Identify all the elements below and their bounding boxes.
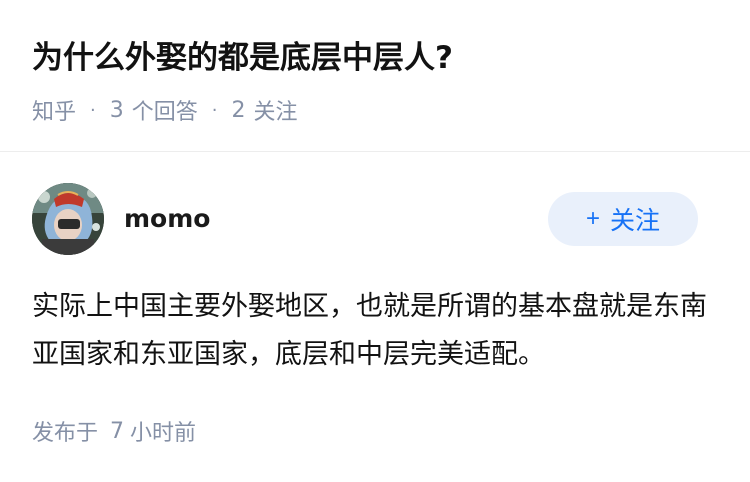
source-label[interactable]: 知乎 bbox=[32, 94, 76, 126]
plus-icon: + bbox=[585, 205, 600, 232]
follow-button-label: 关注 bbox=[610, 207, 661, 235]
question-title[interactable]: 为什么外娶的都是底层中层人? bbox=[32, 34, 453, 82]
answer-timestamp: 发布于 7 小时前 bbox=[32, 414, 196, 448]
avatar-image bbox=[32, 183, 104, 255]
posted-label: 发布于 bbox=[32, 421, 99, 446]
follower-count-label: 关注 bbox=[253, 100, 298, 125]
question-header: 为什么外娶的都是底层中层人? 知乎 · 3 个回答 · 2 关注 bbox=[0, 0, 750, 152]
question-meta: 知乎 · 3 个回答 · 2 关注 bbox=[32, 94, 298, 126]
posted-amount: 7 bbox=[110, 418, 125, 444]
avatar[interactable] bbox=[32, 183, 104, 255]
answer-count: 3 bbox=[109, 97, 124, 123]
answer-count-label: 个回答 bbox=[131, 100, 198, 125]
answer-content: 实际上中国主要外娶地区，也就是所谓的基本盘就是东南亚国家和东亚国家，底层和中层完… bbox=[32, 291, 707, 370]
answer-page: 为什么外娶的都是底层中层人? 知乎 · 3 个回答 · 2 关注 momo + … bbox=[0, 0, 750, 482]
follow-button[interactable]: + 关注 bbox=[548, 192, 698, 246]
follower-count: 2 bbox=[231, 97, 246, 123]
meta-separator: · bbox=[90, 99, 96, 121]
answer-author: momo + 关注 bbox=[32, 183, 718, 255]
meta-separator: · bbox=[211, 99, 218, 121]
posted-unit: 小时前 bbox=[130, 421, 197, 446]
author-name[interactable]: momo bbox=[124, 201, 210, 237]
